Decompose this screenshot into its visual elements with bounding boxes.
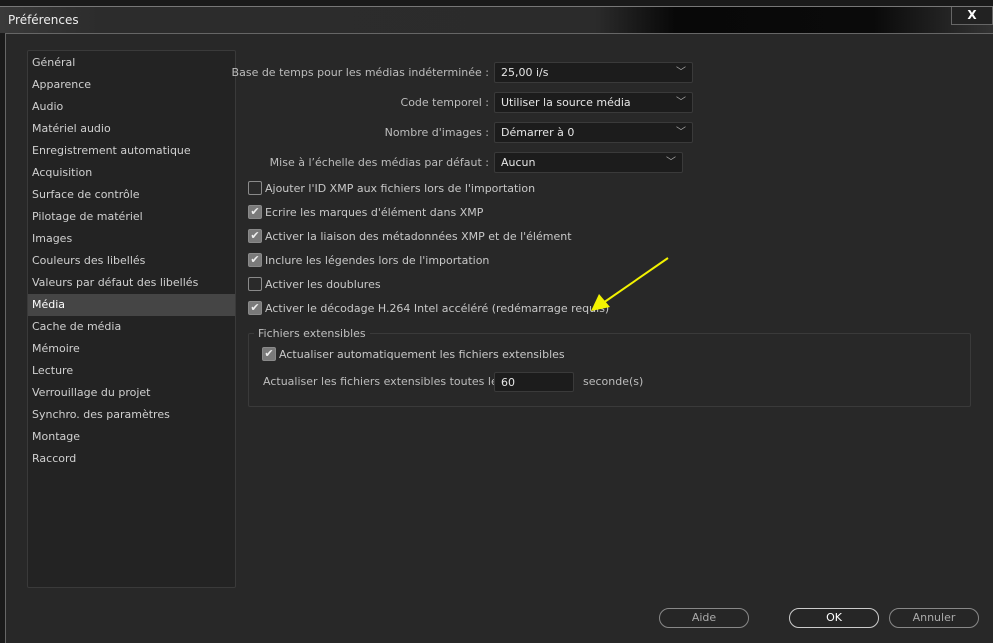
extensible-files-group <box>248 333 971 407</box>
sidebar-item[interactable]: Média <box>28 294 235 316</box>
dropdown[interactable]: Utiliser la source média ﹀ <box>494 92 693 113</box>
dropdown[interactable]: 25,00 i/s ﹀ <box>494 62 693 83</box>
checkbox-empty-icon <box>248 181 262 195</box>
sidebar-item[interactable]: Couleurs des libellés <box>28 250 235 272</box>
sidebar-item[interactable]: Images <box>28 228 235 250</box>
field-label: Mise à l’échelle des médias par défaut : <box>269 156 489 169</box>
sidebar-item[interactable]: Apparence <box>28 74 235 96</box>
sidebar-item[interactable]: Cache de média <box>28 316 235 338</box>
dropdown[interactable]: Démarrer à 0 ﹀ <box>494 122 693 143</box>
interval-unit: seconde(s) <box>583 375 644 388</box>
help-button[interactable]: Aide <box>659 608 749 628</box>
sidebar-item[interactable]: Enregistrement automatique <box>28 140 235 162</box>
sidebar-item[interactable]: Matériel audio <box>28 118 235 140</box>
dropdown-value: 25,00 i/s <box>501 66 549 79</box>
sidebar-item[interactable]: Audio <box>28 96 235 118</box>
checkmark-icon: ✔ <box>248 229 262 243</box>
sidebar-item[interactable]: Raccord <box>28 448 235 470</box>
checkbox-label: Ecrire les marques d'élément dans XMP <box>265 205 484 219</box>
sidebar-item[interactable]: Acquisition <box>28 162 235 184</box>
sidebar-item[interactable]: Surface de contrôle <box>28 184 235 206</box>
sidebar-item[interactable]: Montage <box>28 426 235 448</box>
field-label: Code temporel : <box>400 96 489 109</box>
checkmark-icon: ✔ <box>262 347 276 361</box>
field-label: Nombre d'images : <box>384 126 489 139</box>
field-label: Base de temps pour les médias indétermin… <box>231 66 489 79</box>
checkbox[interactable]: ✔ Ecrire les marques d'élément dans XMP <box>248 205 483 219</box>
auto-refresh-checkbox[interactable]: ✔ Actualiser automatiquement les fichier… <box>262 347 565 361</box>
checkbox-label: Actualiser automatiquement les fichiers … <box>279 347 565 361</box>
checkbox-label: Ajouter l'ID XMP aux fichiers lors de l'… <box>265 181 536 195</box>
checkbox[interactable]: ✔ Inclure les légendes lors de l'importat… <box>248 253 489 267</box>
checkbox[interactable]: Ajouter l'ID XMP aux fichiers lors de l'… <box>248 181 535 195</box>
group-title: Fichiers extensibles <box>254 327 370 340</box>
sidebar-item[interactable]: Pilotage de matériel <box>28 206 235 228</box>
dropdown-value: Utiliser la source média <box>501 96 631 109</box>
cancel-button[interactable]: Annuler <box>889 608 979 628</box>
chevron-down-icon: ﹀ <box>676 67 686 78</box>
dropdown-value: Aucun <box>501 156 536 169</box>
dropdown-value: Démarrer à 0 <box>501 126 575 139</box>
sidebar-item[interactable]: Lecture <box>28 360 235 382</box>
annotation-arrow-icon <box>591 257 669 311</box>
window-title: Préférences <box>8 13 79 27</box>
sidebar-item[interactable]: Mémoire <box>28 338 235 360</box>
chevron-down-icon: ﹀ <box>676 127 686 138</box>
sidebar-item[interactable]: Synchro. des paramètres <box>28 404 235 426</box>
chevron-down-icon: ﹀ <box>676 97 686 108</box>
checkbox-label: Activer les doublures <box>265 277 381 291</box>
checkbox-label: Activer la liaison des métadonnées XMP e… <box>265 229 572 243</box>
interval-input[interactable]: 60 <box>494 372 574 392</box>
checkbox-label: Activer le décodage H.264 Intel accéléré… <box>265 301 610 315</box>
checkmark-icon: ✔ <box>248 205 262 219</box>
sidebar-item[interactable]: Verrouillage du projet <box>28 382 235 404</box>
interval-label: Actualiser les fichiers extensibles tout… <box>263 375 504 388</box>
dropdown[interactable]: Aucun ﹀ <box>494 152 683 173</box>
checkbox[interactable]: ✔ Activer le décodage H.264 Intel accélér… <box>248 301 609 315</box>
category-list[interactable]: Général Apparence Audio Matériel audio Enreg… <box>27 50 236 588</box>
checkmark-icon: ✔ <box>248 253 262 267</box>
title-bar: Préférences X <box>0 6 993 33</box>
checkbox[interactable]: ✔ Activer la liaison des métadonnées XMP … <box>248 229 572 243</box>
ok-button[interactable]: OK <box>789 608 879 628</box>
sidebar-item[interactable]: Général <box>28 52 235 74</box>
checkbox-empty-icon <box>248 277 262 291</box>
chevron-down-icon: ﹀ <box>666 157 676 168</box>
checkbox-label: Inclure les légendes lors de l'importati… <box>265 253 490 267</box>
checkbox[interactable]: Activer les doublures <box>248 277 381 291</box>
sidebar-item[interactable]: Valeurs par défaut des libellés <box>28 272 235 294</box>
close-button[interactable]: X <box>951 7 993 25</box>
checkmark-icon: ✔ <box>248 301 262 315</box>
